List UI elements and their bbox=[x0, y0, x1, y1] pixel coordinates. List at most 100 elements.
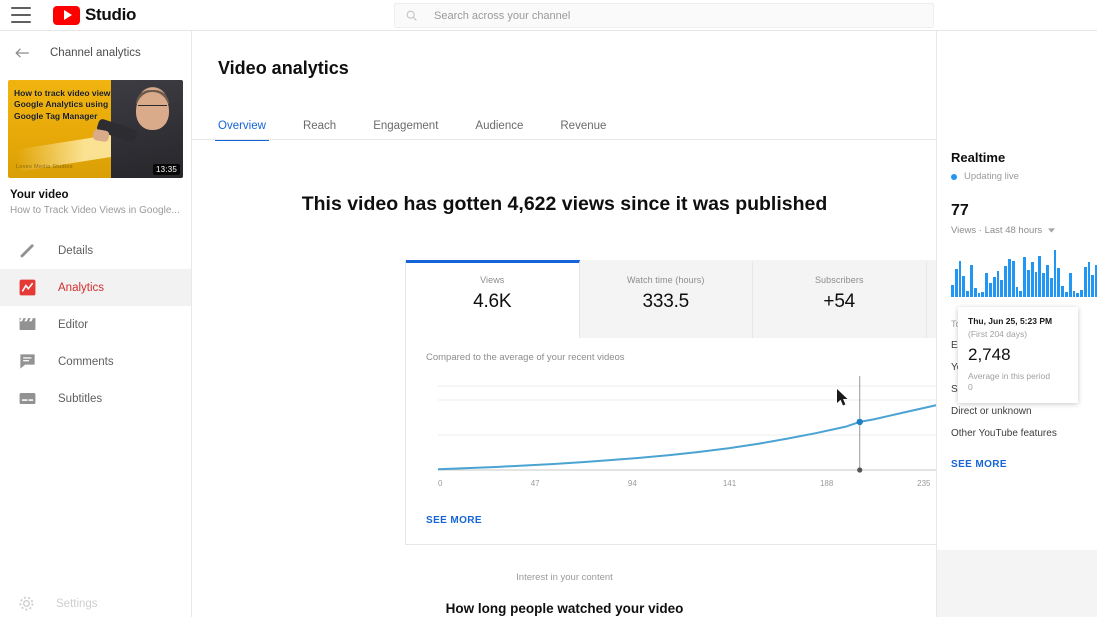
realtime-bar bbox=[1057, 268, 1060, 297]
realtime-bar bbox=[1054, 250, 1057, 297]
realtime-bar bbox=[1031, 262, 1034, 297]
video-duration-badge: 13:35 bbox=[153, 164, 180, 175]
realtime-bar bbox=[993, 277, 996, 297]
realtime-view-count: 77 bbox=[951, 202, 1097, 220]
traffic-sources-see-more-link[interactable]: SEE MORE bbox=[951, 459, 1097, 470]
svg-text:94: 94 bbox=[628, 479, 637, 488]
top-bar: Studio bbox=[0, 0, 1097, 31]
sidebar-item-subtitles[interactable]: Subtitles bbox=[0, 380, 191, 417]
brand-label: Studio bbox=[85, 5, 136, 25]
arrow-left-icon bbox=[14, 46, 31, 60]
metric-label: Watch time (hours) bbox=[627, 275, 704, 285]
tooltip-average-value: 0 bbox=[968, 382, 1068, 392]
tab-engagement[interactable]: Engagement bbox=[373, 120, 438, 141]
thumbnail-watermark: Loves Media Studios bbox=[16, 164, 73, 170]
tab-audience[interactable]: Audience bbox=[475, 120, 523, 141]
sidebar-item-label: Editor bbox=[58, 319, 88, 331]
realtime-bar bbox=[962, 276, 965, 297]
live-dot-icon bbox=[951, 174, 957, 180]
metric-value: 333.5 bbox=[642, 291, 689, 313]
realtime-bar bbox=[1046, 265, 1049, 297]
sidebar-item-settings[interactable]: Settings bbox=[0, 590, 192, 617]
studio-logo[interactable]: Studio bbox=[53, 5, 136, 25]
sidebar: Channel analytics How to track video vie… bbox=[0, 31, 192, 617]
traffic-source-item[interactable]: Other YouTube features bbox=[951, 428, 1097, 439]
chevron-down-icon bbox=[1048, 228, 1055, 233]
metric-value: +54 bbox=[823, 291, 855, 313]
realtime-live-status: Updating live bbox=[951, 171, 1097, 182]
page-title: Video analytics bbox=[218, 58, 349, 79]
realtime-period-label: Views · Last 48 hours bbox=[951, 225, 1042, 236]
search-bar[interactable] bbox=[394, 3, 934, 28]
metric-value: 4.6K bbox=[473, 291, 511, 313]
metric-subscribers[interactable]: Subscribers +54 bbox=[753, 260, 927, 338]
tooltip-subtitle: (First 204 days) bbox=[968, 329, 1068, 339]
realtime-title: Realtime bbox=[951, 150, 1097, 165]
sidebar-item-label: Details bbox=[58, 245, 93, 257]
chart-subtitle: Compared to the average of your recent v… bbox=[426, 352, 625, 363]
sidebar-item-editor[interactable]: Editor bbox=[0, 306, 191, 343]
your-video-label: Your video bbox=[10, 189, 191, 201]
video-thumbnail[interactable]: How to track video views in Google Analy… bbox=[8, 80, 183, 178]
realtime-bar bbox=[1004, 266, 1007, 297]
back-to-channel-analytics[interactable]: Channel analytics bbox=[0, 31, 191, 75]
sidebar-item-comments[interactable]: Comments bbox=[0, 343, 191, 380]
section-title: How long people watched your video bbox=[192, 601, 937, 616]
search-input[interactable] bbox=[434, 10, 923, 22]
svg-text:235: 235 bbox=[917, 479, 931, 488]
realtime-bar bbox=[955, 269, 958, 297]
comment-icon bbox=[18, 352, 37, 371]
search-icon bbox=[405, 9, 418, 22]
sidebar-item-details[interactable]: Details bbox=[0, 232, 191, 269]
chart-tooltip: Thu, Jun 25, 5:23 PM (First 204 days) 2,… bbox=[958, 307, 1078, 403]
realtime-bar bbox=[1084, 267, 1087, 297]
sidebar-item-label: Settings bbox=[56, 598, 98, 610]
sidebar-item-label: Analytics bbox=[58, 282, 104, 294]
realtime-bar bbox=[1023, 257, 1026, 297]
tab-reach[interactable]: Reach bbox=[303, 120, 336, 141]
mouse-cursor-icon bbox=[837, 389, 850, 407]
realtime-bar bbox=[970, 265, 973, 297]
realtime-bar bbox=[1012, 261, 1015, 297]
chart-see-more-link[interactable]: SEE MORE bbox=[426, 515, 482, 526]
realtime-bar bbox=[1038, 256, 1041, 297]
realtime-bar bbox=[966, 291, 969, 297]
live-label: Updating live bbox=[964, 171, 1019, 182]
svg-text:0: 0 bbox=[438, 479, 443, 488]
realtime-period-selector[interactable]: Views · Last 48 hours bbox=[951, 225, 1097, 236]
tooltip-value: 2,748 bbox=[968, 345, 1068, 365]
realtime-bar bbox=[1080, 290, 1083, 297]
metric-label: Subscribers bbox=[815, 275, 864, 285]
svg-text:188: 188 bbox=[820, 479, 834, 488]
metric-views[interactable]: Views 4.6K bbox=[406, 260, 580, 338]
realtime-bar bbox=[981, 292, 984, 297]
tab-overview[interactable]: Overview bbox=[218, 120, 266, 141]
realtime-bar bbox=[1042, 273, 1045, 297]
realtime-bar bbox=[1076, 293, 1079, 297]
metric-label: Views bbox=[480, 275, 504, 285]
realtime-bar bbox=[974, 288, 977, 297]
realtime-bar bbox=[1050, 278, 1053, 297]
sidebar-item-label: Comments bbox=[58, 356, 114, 368]
video-title: How to Track Video Views in Google... bbox=[10, 205, 182, 216]
tab-revenue[interactable]: Revenue bbox=[560, 120, 606, 141]
realtime-bar bbox=[1008, 259, 1011, 297]
metric-watch-time[interactable]: Watch time (hours) 333.5 bbox=[580, 260, 754, 338]
traffic-source-item[interactable]: Direct or unknown bbox=[951, 406, 1097, 417]
realtime-bar bbox=[1061, 286, 1064, 297]
sidebar-item-analytics[interactable]: Analytics bbox=[0, 269, 191, 306]
subtitles-icon bbox=[18, 389, 37, 408]
realtime-bar-chart bbox=[951, 250, 1097, 297]
sidebar-item-label: Subtitles bbox=[58, 393, 102, 405]
youtube-studio-analytics-page: Studio Channel analytics How to track vi… bbox=[0, 0, 1097, 617]
analytics-icon bbox=[18, 278, 37, 297]
hamburger-icon[interactable] bbox=[11, 7, 31, 23]
realtime-bar bbox=[1016, 287, 1019, 297]
realtime-bar bbox=[959, 261, 962, 297]
thumbnail-glasses-graphic bbox=[138, 105, 167, 111]
realtime-bar bbox=[1069, 273, 1072, 297]
pencil-icon bbox=[18, 241, 37, 260]
realtime-bar bbox=[1073, 291, 1076, 297]
realtime-bar bbox=[1000, 280, 1003, 297]
tooltip-date: Thu, Jun 25, 5:23 PM bbox=[968, 316, 1068, 326]
